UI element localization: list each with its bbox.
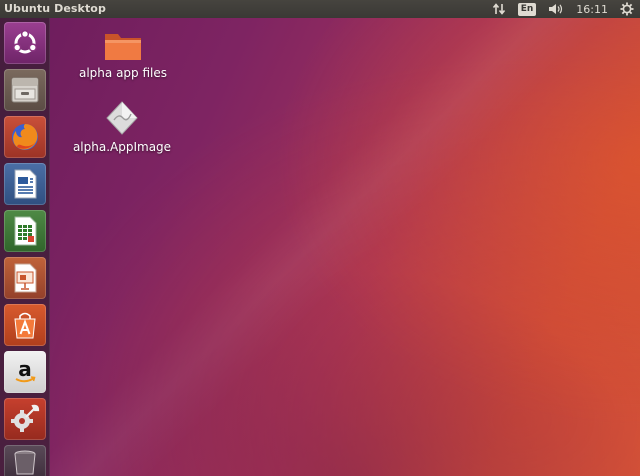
gear-wrench-icon <box>11 404 40 432</box>
indicator-area: En 16:11 <box>486 0 640 18</box>
launcher-item-impress[interactable] <box>4 257 46 299</box>
desktop-icon-folder[interactable]: alpha app files <box>78 30 168 80</box>
session-indicator[interactable] <box>614 0 640 18</box>
launcher-item-settings[interactable] <box>4 398 46 440</box>
power-gear-icon <box>620 2 634 16</box>
launcher-item-software[interactable] <box>4 304 46 346</box>
shopping-bag-icon <box>14 312 36 339</box>
window-title: Ubuntu Desktop <box>4 2 106 15</box>
trash-icon <box>14 450 36 475</box>
svg-text:a: a <box>18 357 32 381</box>
firefox-icon <box>12 124 38 150</box>
network-indicator[interactable] <box>486 0 512 18</box>
amazon-icon: a <box>15 357 36 383</box>
launcher-item-amazon[interactable]: a <box>4 351 46 393</box>
volume-icon <box>549 4 563 14</box>
top-panel: Ubuntu Desktop En 16:11 <box>0 0 640 18</box>
desktop-icon-appimage[interactable]: alpha.AppImage <box>72 100 172 154</box>
language-label: En <box>517 2 537 16</box>
launcher-item-dash[interactable] <box>4 22 46 64</box>
folder-icon <box>105 34 141 60</box>
document-icon <box>14 169 37 199</box>
presentation-icon <box>14 263 37 293</box>
launcher-item-firefox[interactable] <box>4 116 46 158</box>
keyboard-indicator[interactable]: En <box>512 0 543 18</box>
launcher-item-calc[interactable] <box>4 210 46 252</box>
desktop-icon-label: alpha app files <box>78 66 167 80</box>
clock-indicator[interactable]: 16:11 <box>570 0 614 18</box>
clock-label: 16:11 <box>576 2 608 16</box>
launcher-item-writer[interactable] <box>4 163 46 205</box>
network-arrows-icon <box>492 3 505 15</box>
launcher-item-files[interactable] <box>4 69 46 111</box>
launcher-item-trash[interactable] <box>4 445 46 476</box>
launcher: a <box>0 18 50 476</box>
sound-indicator[interactable] <box>542 0 570 18</box>
desktop-icon-label: alpha.AppImage <box>72 140 172 154</box>
ubuntu-logo-icon <box>13 29 37 54</box>
spreadsheet-icon <box>14 216 37 246</box>
file-cabinet-icon <box>11 77 39 103</box>
appimage-icon <box>106 101 138 135</box>
